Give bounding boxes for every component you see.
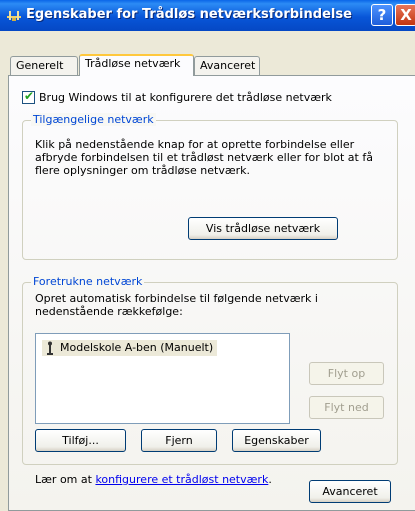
close-icon: X (400, 6, 412, 24)
show-wireless-networks-button[interactable]: Vis trådløse netværk (188, 217, 338, 240)
tab-label: Trådløse netværk (85, 57, 181, 70)
list-item[interactable]: Modelskole A-ben (Manuelt) (42, 340, 218, 356)
preferred-description-line-2: nedenstående rækkefølge: (35, 305, 183, 318)
move-down-button[interactable]: Flyt ned (309, 396, 384, 419)
properties-button[interactable]: Egenskaber (232, 429, 321, 452)
close-button[interactable]: X (395, 4, 415, 26)
remove-button[interactable]: Fjern (141, 429, 217, 452)
tab-avanceret[interactable]: Avanceret (194, 56, 260, 75)
checkmark-icon: ✔ (24, 89, 35, 103)
available-networks-title: Tilgængelige netværk (31, 113, 156, 126)
network-connection-icon (7, 11, 21, 21)
configure-wireless-link[interactable]: konfigurere et trådløst netværk (95, 473, 268, 486)
advanced-button[interactable]: Avanceret (309, 480, 391, 503)
add-button[interactable]: Tilføj... (35, 429, 126, 452)
tab-label: Avanceret (200, 59, 256, 72)
available-description-line-3: flere oplysninger om trådløse netværk. (35, 164, 251, 177)
network-name: Modelskole A-ben (Manuelt) (60, 341, 214, 354)
learn-prefix: Lær om at (35, 473, 96, 486)
help-icon: ? (377, 6, 387, 24)
wireless-antenna-icon (47, 341, 53, 355)
preferred-networks-list[interactable]: Modelskole A-ben (Manuelt) (35, 333, 290, 424)
preferred-networks-title: Foretrukne netværk (31, 275, 145, 288)
help-button[interactable]: ? (371, 4, 393, 26)
available-description-line-1: Klik på nedenstående knap for at oprette… (35, 138, 355, 151)
preferred-description-line-1: Opret automatisk forbindelse til følgend… (35, 292, 318, 305)
move-up-button[interactable]: Flyt op (309, 362, 384, 385)
tab-label: Generelt (16, 59, 64, 72)
use-windows-label[interactable]: Brug Windows til at konfigurere det tråd… (39, 91, 332, 104)
window-title: Egenskaber for Trådløs netværksforbindel… (26, 7, 352, 22)
available-description-line-2: afbryde forbindelsen til et trådløst net… (35, 151, 373, 164)
title-bar[interactable]: Egenskaber for Trådløs netværksforbindel… (0, 0, 415, 31)
use-windows-checkbox[interactable]: ✔ (22, 89, 35, 104)
learn-more-text: Lær om at konfigurere et trådløst netvær… (35, 473, 272, 486)
learn-suffix: . (268, 473, 272, 486)
tab-generelt[interactable]: Generelt (10, 56, 78, 75)
tab-wireless-networks[interactable]: Trådløse netværk (79, 54, 194, 76)
